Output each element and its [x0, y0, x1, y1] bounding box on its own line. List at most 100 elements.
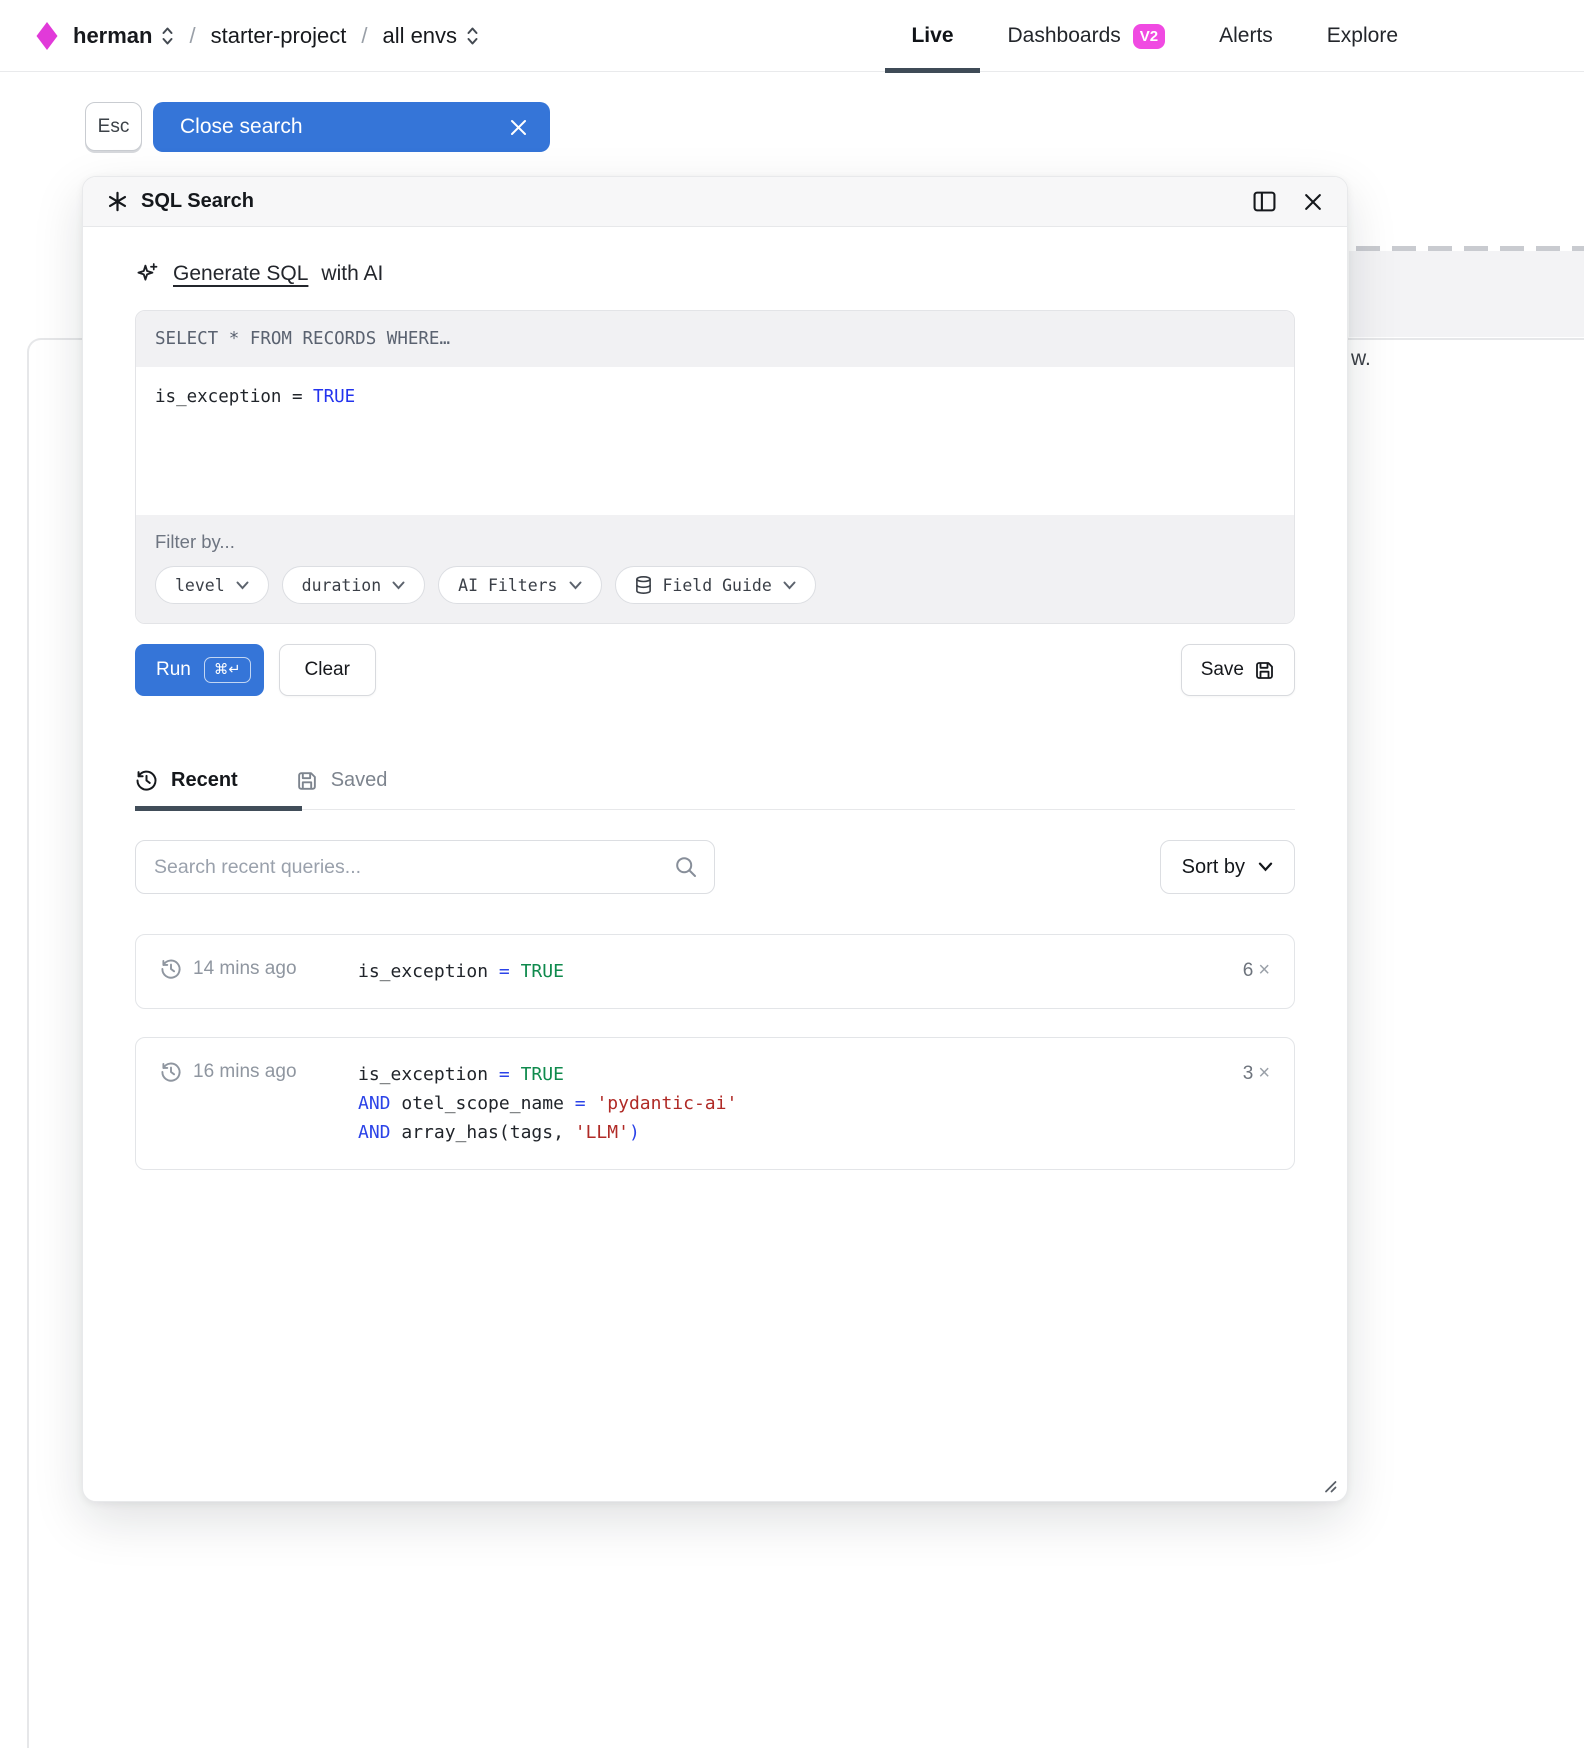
sql-query-text: is_exception = TRUE: [155, 387, 355, 407]
pill-label: level: [175, 576, 225, 595]
sql-token: is_exception: [358, 961, 499, 982]
modal-header-actions: [1253, 190, 1323, 213]
background-dashed-line: [1356, 246, 1584, 251]
times-symbol: ×: [1258, 1062, 1270, 1085]
query-sql: is_exception = TRUE: [358, 957, 564, 986]
save-label: Save: [1201, 659, 1244, 681]
sql-token: =: [499, 961, 521, 982]
search-box: [135, 840, 715, 894]
query-tabs: Recent Saved: [135, 752, 1295, 810]
generate-sql-link[interactable]: Generate SQL: [173, 262, 308, 286]
resize-handle-icon[interactable]: [1320, 1476, 1337, 1493]
v2-badge: V2: [1133, 24, 1165, 49]
query-sql: is_exception = TRUEAND otel_scope_name =…: [358, 1060, 737, 1147]
clear-button[interactable]: Clear: [279, 644, 376, 696]
pill-label: AI Filters: [458, 576, 557, 595]
breadcrumb: herman / starter-project / all envs: [36, 21, 479, 51]
nav-label: Dashboards: [1008, 24, 1121, 48]
sql-search-modal: SQL Search Generate SQL with AI SELECT *…: [82, 176, 1348, 1502]
sql-token: =: [499, 1064, 521, 1085]
project-name: starter-project: [211, 23, 347, 49]
save-icon: [296, 770, 318, 792]
nav-tab-explore[interactable]: Explore: [1327, 0, 1398, 72]
filter-pill-field-guide[interactable]: Field Guide: [615, 566, 816, 604]
sql-token: otel_scope_name: [401, 1093, 574, 1114]
breadcrumb-separator: /: [189, 23, 195, 49]
tab-label: Recent: [171, 769, 238, 792]
run-shortcut-kbd: ⌘↵: [204, 657, 251, 683]
nav-tab-alerts[interactable]: Alerts: [1219, 0, 1273, 72]
sql-token: 'LLM': [575, 1122, 629, 1143]
tab-label: Saved: [331, 769, 388, 792]
top-bar: herman / starter-project / all envs Live…: [0, 0, 1584, 72]
filter-pill-level[interactable]: level: [155, 566, 269, 604]
times-symbol: ×: [1258, 959, 1270, 982]
filter-pill-ai-filters[interactable]: AI Filters: [438, 566, 601, 604]
close-modal-icon[interactable]: [1303, 192, 1323, 212]
generate-sql-row: Generate SQL with AI: [135, 261, 1295, 286]
query-count-number: 3: [1243, 1063, 1254, 1085]
breadcrumb-separator: /: [361, 23, 367, 49]
sql-token: TRUE: [521, 1064, 564, 1085]
close-search-label: Close search: [180, 115, 303, 139]
main-nav: Live Dashboards V2 Alerts Explore: [911, 0, 1398, 72]
panel-layout-icon[interactable]: [1253, 190, 1276, 213]
sql-token: TRUE: [521, 961, 564, 982]
close-search-button[interactable]: Close search: [153, 102, 550, 152]
sparkles-icon: [135, 261, 160, 286]
logo-diamond-icon[interactable]: [36, 21, 58, 51]
run-button[interactable]: Run ⌘↵: [135, 644, 264, 696]
nav-tab-live[interactable]: Live: [911, 0, 953, 72]
chevron-down-icon: [236, 581, 249, 590]
background-partial-text: w.: [1351, 347, 1371, 371]
filter-by-label: Filter by...: [155, 531, 1275, 553]
modal-body: Generate SQL with AI SELECT * FROM RECOR…: [83, 227, 1347, 1501]
project-link[interactable]: starter-project: [211, 23, 347, 49]
history-icon: [160, 958, 182, 980]
sql-editor: SELECT * FROM RECORDS WHERE… is_exceptio…: [135, 310, 1295, 624]
search-recent-input[interactable]: [135, 840, 715, 894]
filter-pill-duration[interactable]: duration: [282, 566, 425, 604]
query-run-count: 3×: [1243, 1060, 1270, 1085]
sql-token: 'pydantic-ai': [596, 1093, 737, 1114]
query-count-number: 6: [1243, 960, 1254, 982]
filter-section: Filter by... level duration AI Filters: [136, 515, 1294, 623]
sql-editor-header: SELECT * FROM RECORDS WHERE…: [136, 311, 1294, 367]
nav-label: Live: [911, 24, 953, 48]
tab-saved[interactable]: Saved: [296, 752, 388, 809]
query-time-label: 14 mins ago: [193, 958, 297, 980]
clear-label: Clear: [305, 659, 350, 681]
env-name: all envs: [382, 23, 457, 49]
tab-recent[interactable]: Recent: [135, 752, 238, 809]
recent-query-row[interactable]: 16 mins agois_exception = TRUEAND otel_s…: [135, 1037, 1295, 1170]
chevron-updown-icon: [161, 25, 174, 47]
sort-by-button[interactable]: Sort by: [1160, 840, 1295, 894]
esc-key-hint: Esc: [85, 102, 142, 151]
chevron-down-icon: [1258, 862, 1273, 872]
filter-pills: level duration AI Filters Field Guide: [155, 566, 1275, 604]
modal-title: SQL Search: [107, 190, 254, 213]
close-icon[interactable]: [509, 118, 528, 137]
pill-label: duration: [302, 576, 381, 595]
org-switcher[interactable]: herman: [73, 23, 174, 49]
modal-title-text: SQL Search: [141, 190, 254, 213]
modal-header: SQL Search: [83, 177, 1347, 227]
asterisk-icon: [107, 191, 128, 212]
chevron-down-icon: [392, 581, 405, 590]
sql-token: ): [629, 1122, 640, 1143]
run-label: Run: [156, 659, 191, 681]
sort-by-label: Sort by: [1182, 856, 1245, 879]
recent-controls: Sort by: [135, 840, 1295, 894]
recent-query-list: 14 mins agois_exception = TRUE6×16 mins …: [135, 934, 1295, 1170]
org-name: herman: [73, 23, 152, 49]
sql-token: is_exception: [358, 1064, 499, 1085]
save-button[interactable]: Save: [1181, 644, 1295, 696]
sql-token: AND: [358, 1122, 401, 1143]
nav-tab-dashboards[interactable]: Dashboards V2: [1008, 0, 1166, 72]
sql-query-input[interactable]: is_exception = TRUE: [136, 367, 1294, 515]
env-switcher[interactable]: all envs: [382, 23, 479, 49]
pill-label: Field Guide: [663, 576, 772, 595]
chevron-down-icon: [569, 581, 582, 590]
sql-token: AND: [358, 1093, 401, 1114]
recent-query-row[interactable]: 14 mins ago is_exception = TRUE 6×: [135, 934, 1295, 1009]
